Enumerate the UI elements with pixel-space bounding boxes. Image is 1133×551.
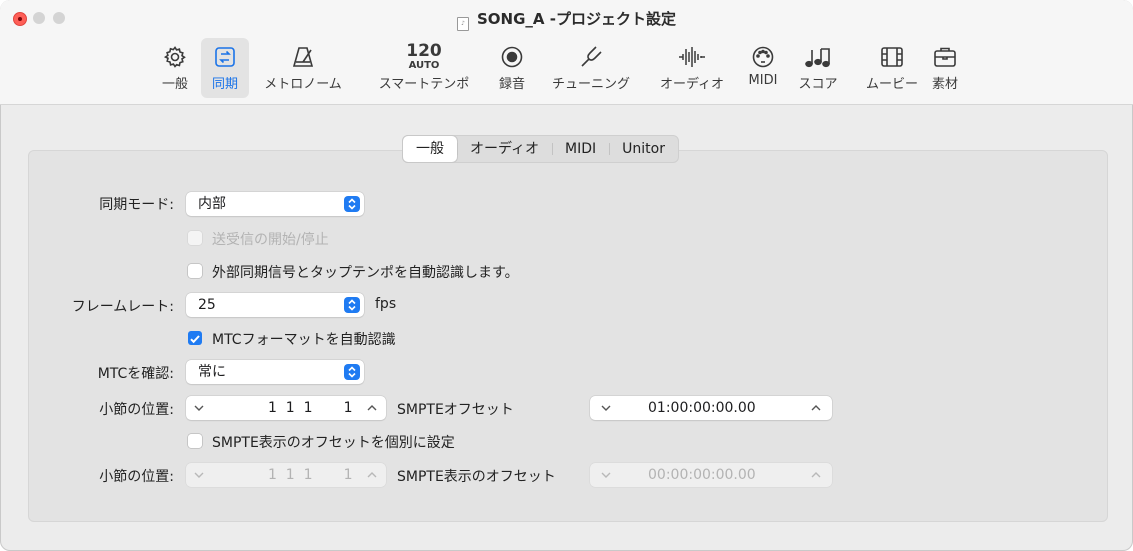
record-icon [493, 42, 531, 72]
sync-mode-popup[interactable]: 内部 [186, 192, 364, 216]
smpte-offset-label: SMPTEオフセット [397, 402, 514, 418]
validate-mtc-popup[interactable]: 常に [186, 360, 364, 384]
popup-arrows-icon [344, 196, 360, 212]
notes-icon [796, 42, 840, 72]
tempo-value: 120 [406, 40, 442, 61]
toolbar-label: メトロノーム [264, 77, 342, 92]
smpte-display-offset-label: SMPTE表示のオフセット [397, 469, 556, 485]
toolbar-item-metronome[interactable]: メトロノーム [255, 42, 351, 92]
bar-position-2-value: 1 1 1 1 [268, 467, 353, 483]
sync-icon [203, 42, 247, 72]
toolbar-label: オーディオ [659, 77, 725, 92]
toolbar-label: チューニング [551, 77, 630, 92]
bar-position-label: 小節の位置: [99, 402, 174, 418]
toolbar-label: 同期 [211, 77, 238, 92]
waveform-icon [654, 42, 730, 72]
toolbar-item-movie[interactable]: ムービー [860, 42, 924, 92]
toolbar-label: MIDI [748, 73, 778, 88]
toolbar-item-score[interactable]: スコア [796, 42, 840, 92]
frame-rate-label: フレームレート: [71, 299, 174, 315]
bar-position-value: 1 1 1 1 [268, 400, 353, 416]
toolbar-item-midi[interactable]: MIDI [743, 42, 783, 88]
smpte-display-offset-field[interactable]: 00:00:00:00.00 [590, 463, 832, 487]
smpte-offset-field[interactable]: 01:00:00:00.00 [590, 396, 832, 420]
auto-detect-checkbox[interactable] [188, 264, 202, 278]
film-icon [860, 42, 924, 72]
gear-icon [155, 42, 195, 72]
sync-mode-label: 同期モード: [99, 197, 174, 213]
separate-display-offset-label: SMPTE表示のオフセットを個別に設定 [212, 435, 455, 451]
chevron-down-icon[interactable] [189, 463, 209, 487]
toolbar-item-audio[interactable]: オーディオ [654, 42, 730, 92]
toolbar-label: 録音 [498, 77, 525, 92]
chevron-down-icon[interactable] [596, 463, 616, 487]
mtc-auto-label: MTCフォーマットを自動認識 [212, 332, 396, 348]
tab-audio[interactable]: オーディオ [457, 136, 552, 162]
toolbar: 一般 同期 メトロノーム 120 AUTO スマートテンポ 録音 チューニング … [0, 42, 1133, 100]
bar-position-2-label: 小節の位置: [99, 469, 174, 485]
tab-unitor[interactable]: Unitor [609, 136, 678, 162]
toolbar-label: スマートテンポ [378, 77, 470, 92]
project-settings-window: ♪ SONG_A -プロジェクト設定 一般 同期 メトロノーム 120 AUTO… [0, 0, 1133, 551]
frame-rate-value: 25 [198, 297, 216, 313]
window-title: ♪ SONG_A -プロジェクト設定 [0, 8, 1133, 31]
toolbar-item-smart-tempo[interactable]: 120 AUTO スマートテンポ [369, 42, 479, 93]
smpte-display-offset-value: 00:00:00:00.00 [648, 467, 756, 483]
toolbar-label: スコア [798, 77, 838, 92]
separate-display-offset-checkbox[interactable] [188, 434, 202, 448]
tab-midi[interactable]: MIDI [552, 136, 609, 162]
metronome-icon [255, 42, 351, 72]
briefcase-icon [925, 42, 965, 72]
bar-position-2-field[interactable]: 1 1 1 1 [186, 463, 386, 487]
chevron-down-icon[interactable] [189, 396, 209, 420]
mtc-auto-checkbox[interactable] [188, 331, 202, 345]
chevron-down-icon[interactable] [596, 396, 616, 420]
chevron-up-icon[interactable] [362, 396, 382, 420]
chevron-up-icon[interactable] [806, 463, 826, 487]
sync-mode-value: 内部 [198, 196, 226, 212]
tuning-fork-icon [543, 42, 639, 72]
toolbar-item-sync[interactable]: 同期 [203, 42, 247, 92]
auto-detect-label: 外部同期信号とタップテンポを自動認識します。 [212, 265, 519, 281]
tempo-mode: AUTO [408, 59, 440, 71]
popup-arrows-icon [344, 364, 360, 380]
popup-arrows-icon [344, 297, 360, 313]
chevron-up-icon[interactable] [806, 396, 826, 420]
toolbar-label: ムービー [865, 77, 918, 92]
document-icon: ♪ [457, 17, 469, 31]
tempo-icon: 120 AUTO [369, 42, 479, 72]
smpte-offset-value: 01:00:00:00.00 [648, 400, 756, 416]
toolbar-label: 素材 [931, 77, 958, 92]
frame-rate-popup[interactable]: 25 [186, 293, 364, 317]
send-start-stop-checkbox[interactable] [188, 231, 202, 245]
toolbar-label: 一般 [161, 77, 188, 92]
toolbar-item-general[interactable]: 一般 [155, 42, 195, 92]
fps-unit-label: fps [375, 296, 397, 312]
toolbar-item-tuning[interactable]: チューニング [543, 42, 639, 92]
checkmark-icon [190, 335, 200, 344]
tab-bar: 一般 オーディオ MIDI Unitor [402, 135, 679, 163]
midi-port-icon [743, 42, 783, 72]
window-title-text: SONG_A -プロジェクト設定 [477, 10, 676, 28]
chevron-up-icon[interactable] [362, 463, 382, 487]
tab-general[interactable]: 一般 [403, 136, 457, 162]
validate-mtc-value: 常に [198, 364, 226, 380]
validate-mtc-label: MTCを確認: [97, 366, 174, 382]
toolbar-item-record[interactable]: 録音 [493, 42, 531, 92]
bar-position-field[interactable]: 1 1 1 1 [186, 396, 386, 420]
toolbar-item-assets[interactable]: 素材 [925, 42, 965, 92]
send-start-stop-label: 送受信の開始/停止 [212, 232, 329, 248]
